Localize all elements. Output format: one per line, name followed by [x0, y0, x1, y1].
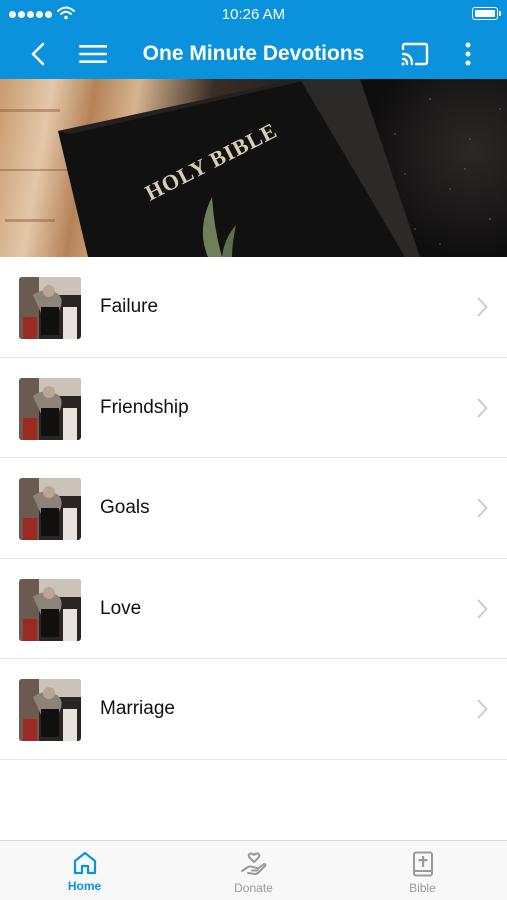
bible-icon	[412, 851, 433, 877]
tab-donate-label: Donate	[234, 881, 273, 895]
home-icon	[73, 851, 96, 875]
devotion-list: Failure Friendship Goals Love Marriage	[0, 257, 507, 760]
battery-icon	[472, 7, 501, 20]
back-button[interactable]	[18, 28, 58, 79]
more-vertical-icon	[465, 42, 471, 65]
more-options-button[interactable]	[452, 28, 484, 79]
devotion-thumbnail	[19, 679, 81, 741]
devotion-thumbnail	[19, 377, 81, 440]
chevron-left-icon	[31, 42, 45, 65]
hamburger-icon	[79, 44, 107, 63]
devotion-item-marriage[interactable]: Marriage	[0, 659, 507, 760]
tab-bar: Home Donate Bible	[0, 840, 507, 900]
app-bar: One Minute Devotions	[0, 28, 507, 79]
tab-donate[interactable]: Donate	[169, 841, 338, 900]
cast-button[interactable]	[393, 28, 437, 79]
tab-home-label: Home	[67, 879, 102, 893]
chevron-right-icon	[477, 699, 488, 719]
status-bar: 10:26 AM	[0, 0, 507, 28]
menu-button[interactable]	[72, 28, 114, 79]
devotion-thumbnail	[19, 478, 81, 540]
status-time: 10:26 AM	[221, 6, 286, 23]
cast-icon	[401, 42, 429, 65]
chevron-right-icon	[477, 398, 488, 417]
devotion-item-love[interactable]: Love	[0, 558, 507, 659]
devotion-title: Goals	[100, 497, 150, 518]
chevron-right-icon	[477, 599, 488, 618]
devotion-item-goals[interactable]: Goals	[0, 458, 507, 559]
chevron-right-icon	[477, 498, 488, 518]
devotion-title: Failure	[100, 296, 159, 317]
tab-bible-label: Bible	[409, 881, 436, 895]
devotion-thumbnail	[19, 578, 81, 641]
hero-bible-image: HOLY BIBLE	[0, 79, 507, 257]
devotion-thumbnail	[19, 277, 81, 339]
chevron-right-icon	[477, 297, 488, 317]
devotion-item-failure[interactable]: Failure	[0, 257, 507, 358]
tab-bible[interactable]: Bible	[338, 841, 507, 900]
page-title: One Minute Devotions	[142, 42, 365, 65]
devotion-item-friendship[interactable]: Friendship	[0, 357, 507, 458]
devotion-title: Marriage	[100, 698, 175, 719]
tab-home[interactable]: Home	[0, 841, 169, 900]
devotion-title: Love	[100, 597, 142, 619]
devotion-title: Friendship	[100, 396, 189, 418]
donate-icon	[240, 852, 266, 875]
